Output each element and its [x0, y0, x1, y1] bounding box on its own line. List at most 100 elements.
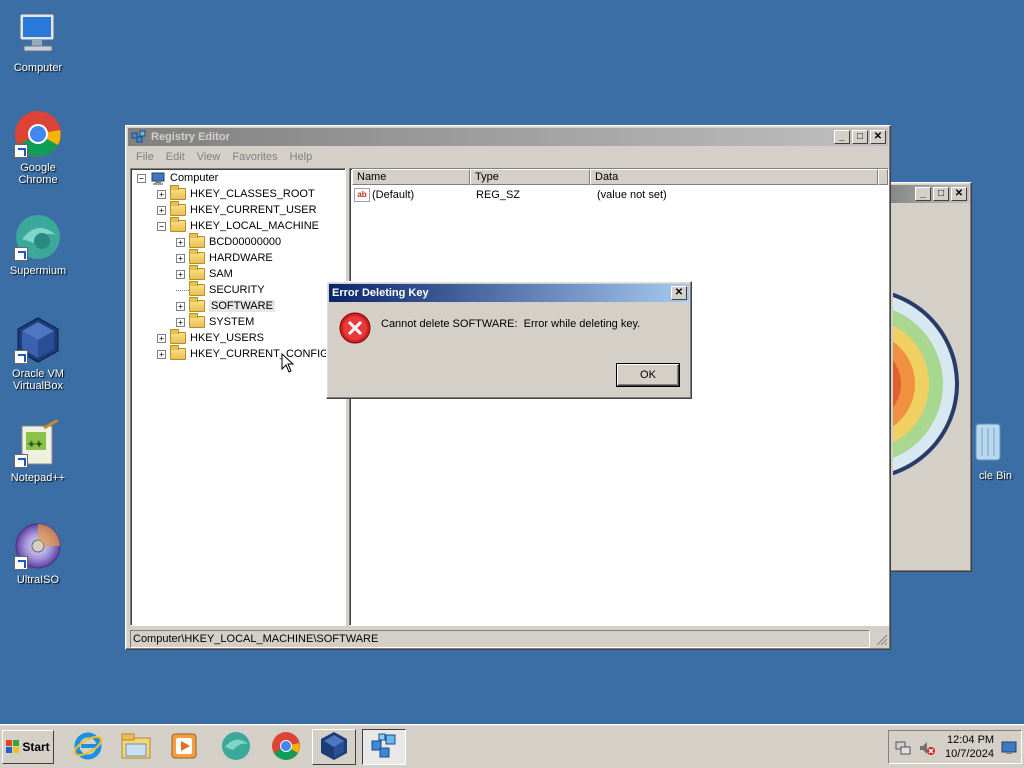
tree-connector [176, 289, 189, 291]
tree-item[interactable]: + HKEY_CLASSES_ROOT [157, 185, 315, 202]
shortcut-arrow-icon [14, 454, 28, 468]
resize-grip-icon[interactable] [874, 632, 888, 646]
desktop-icon-ultraiso[interactable]: UltraISO [0, 522, 76, 586]
column-header-data[interactable]: Data [590, 169, 878, 185]
close-button[interactable]: ✕ [870, 130, 886, 144]
string-value-icon: ab [354, 188, 370, 202]
dialog-titlebar[interactable]: Error Deleting Key ✕ [329, 284, 689, 302]
tree-item[interactable]: SECURITY [176, 281, 265, 298]
tree-item[interactable]: + BCD00000000 [176, 233, 282, 250]
desktop-icon-notepadpp[interactable]: ++ Notepad++ [0, 418, 76, 484]
windows-logo-icon [6, 740, 20, 754]
close-icon: ✕ [873, 131, 883, 142]
menu-edit[interactable]: Edit [160, 151, 191, 163]
menu-file[interactable]: File [130, 151, 160, 163]
value-name: (Default) [372, 189, 415, 201]
desktop-icon-virtualbox[interactable]: Oracle VM VirtualBox [0, 316, 76, 392]
folder-icon [170, 217, 186, 232]
desktop-icon-label: Google Chrome [18, 162, 58, 186]
value-data: (value not set) [597, 189, 667, 201]
desktop-icon-label: Computer [13, 62, 63, 74]
clock-date[interactable]: 10/7/2024 [945, 748, 994, 760]
taskbar-virtualbox-button[interactable] [312, 729, 356, 765]
desktop-icon-chrome[interactable]: Google Chrome [0, 110, 76, 186]
tree-item-label: SECURITY [209, 284, 265, 296]
column-header-type[interactable]: Type [470, 169, 590, 185]
chrome-icon [14, 110, 62, 158]
folder-icon [189, 297, 205, 312]
expand-icon[interactable]: + [176, 237, 185, 247]
collapse-icon[interactable]: − [137, 173, 146, 183]
close-button[interactable]: ✕ [951, 187, 967, 201]
minimize-icon: _ [920, 188, 926, 199]
tree-item-computer[interactable]: − Computer [137, 170, 218, 186]
taskbar-regedit-button[interactable] [362, 729, 406, 765]
folder-icon [189, 265, 205, 280]
value-row[interactable]: ab (Default) REG_SZ (value not set) [354, 187, 874, 204]
clock-time[interactable]: 12:04 PM [947, 734, 994, 746]
tree-item-selected[interactable]: + SOFTWARE [176, 297, 275, 314]
expand-icon[interactable]: + [157, 205, 166, 215]
expand-icon[interactable]: + [157, 189, 166, 199]
expand-icon[interactable]: + [176, 301, 185, 311]
tree-item-label: BCD00000000 [209, 236, 282, 248]
taskbar-media-player-button[interactable] [162, 729, 206, 765]
menu-view[interactable]: View [191, 151, 227, 163]
desktop-icon-supermium[interactable]: Supermium [0, 213, 76, 277]
taskbar-ie-button[interactable] [66, 729, 110, 765]
taskbar: Start 12:04 PM 10/7/2024 [0, 724, 1024, 768]
taskbar-explorer-button[interactable] [114, 729, 158, 765]
tree-item[interactable]: + HKEY_CURRENT_CONFIG [157, 345, 329, 362]
error-dialog[interactable]: Error Deleting Key ✕ Cannot delete SOFTW… [326, 281, 692, 399]
tree-item-label: SYSTEM [209, 316, 255, 328]
start-button[interactable]: Start [2, 730, 54, 764]
minimize-button[interactable]: _ [834, 130, 850, 144]
ok-button[interactable]: OK [616, 363, 680, 387]
network-icon[interactable] [895, 740, 911, 756]
error-icon [339, 312, 371, 344]
expand-icon[interactable]: + [157, 349, 166, 359]
maximize-button[interactable]: □ [852, 130, 868, 144]
shortcut-arrow-icon [14, 556, 28, 570]
media-player-icon [170, 732, 198, 763]
tree-item[interactable]: + SAM [176, 265, 233, 282]
expand-icon[interactable]: + [157, 333, 166, 343]
menu-favorites[interactable]: Favorites [226, 151, 283, 163]
registry-editor-titlebar[interactable]: Registry Editor _ □ ✕ [128, 128, 888, 146]
background-window[interactable]: _ □ ✕ [880, 182, 972, 572]
dialog-close-button[interactable]: ✕ [671, 286, 687, 300]
expand-icon[interactable]: + [176, 253, 185, 263]
minimize-button[interactable]: _ [915, 187, 931, 201]
maximize-icon: □ [856, 131, 864, 142]
tree-item[interactable]: + HKEY_CURRENT_USER [157, 201, 317, 218]
column-header-filler [878, 169, 888, 185]
volume-muted-icon[interactable] [919, 740, 935, 756]
tree-item[interactable]: − HKEY_LOCAL_MACHINE [157, 217, 319, 234]
tree-item-label: SAM [209, 268, 233, 280]
registry-editor-icon [131, 130, 147, 144]
internet-explorer-icon [73, 731, 103, 764]
taskbar-chrome-button[interactable] [264, 729, 308, 765]
show-desktop-icon[interactable] [1001, 741, 1017, 755]
background-window-titlebar[interactable]: _ □ ✕ [883, 185, 969, 203]
supermium-icon [221, 731, 251, 764]
expand-icon[interactable]: + [176, 317, 185, 327]
tree-item-label: Computer [170, 172, 219, 184]
maximize-button[interactable]: □ [933, 187, 949, 201]
column-header-name[interactable]: Name [352, 169, 470, 185]
desktop-icon-computer[interactable]: Computer [0, 10, 76, 74]
tree-item[interactable]: + SYSTEM [176, 313, 255, 330]
shortcut-arrow-icon [14, 350, 28, 364]
expand-icon[interactable]: + [176, 269, 185, 279]
supermium-icon [14, 213, 62, 261]
disc-artwork [893, 291, 959, 477]
collapse-icon[interactable]: − [157, 221, 166, 231]
menu-help[interactable]: Help [284, 151, 319, 163]
tree-item[interactable]: + HKEY_USERS [157, 329, 264, 346]
desktop-icon-label: UltraISO [16, 574, 60, 586]
tree-item-label: HARDWARE [209, 252, 273, 264]
tree-item[interactable]: + HARDWARE [176, 249, 273, 266]
taskbar-supermium-button[interactable] [214, 729, 258, 765]
tree-pane[interactable]: − Computer + HKEY_CLASSES_ROOT + HKEY_CU… [130, 168, 346, 626]
start-label: Start [22, 740, 50, 754]
